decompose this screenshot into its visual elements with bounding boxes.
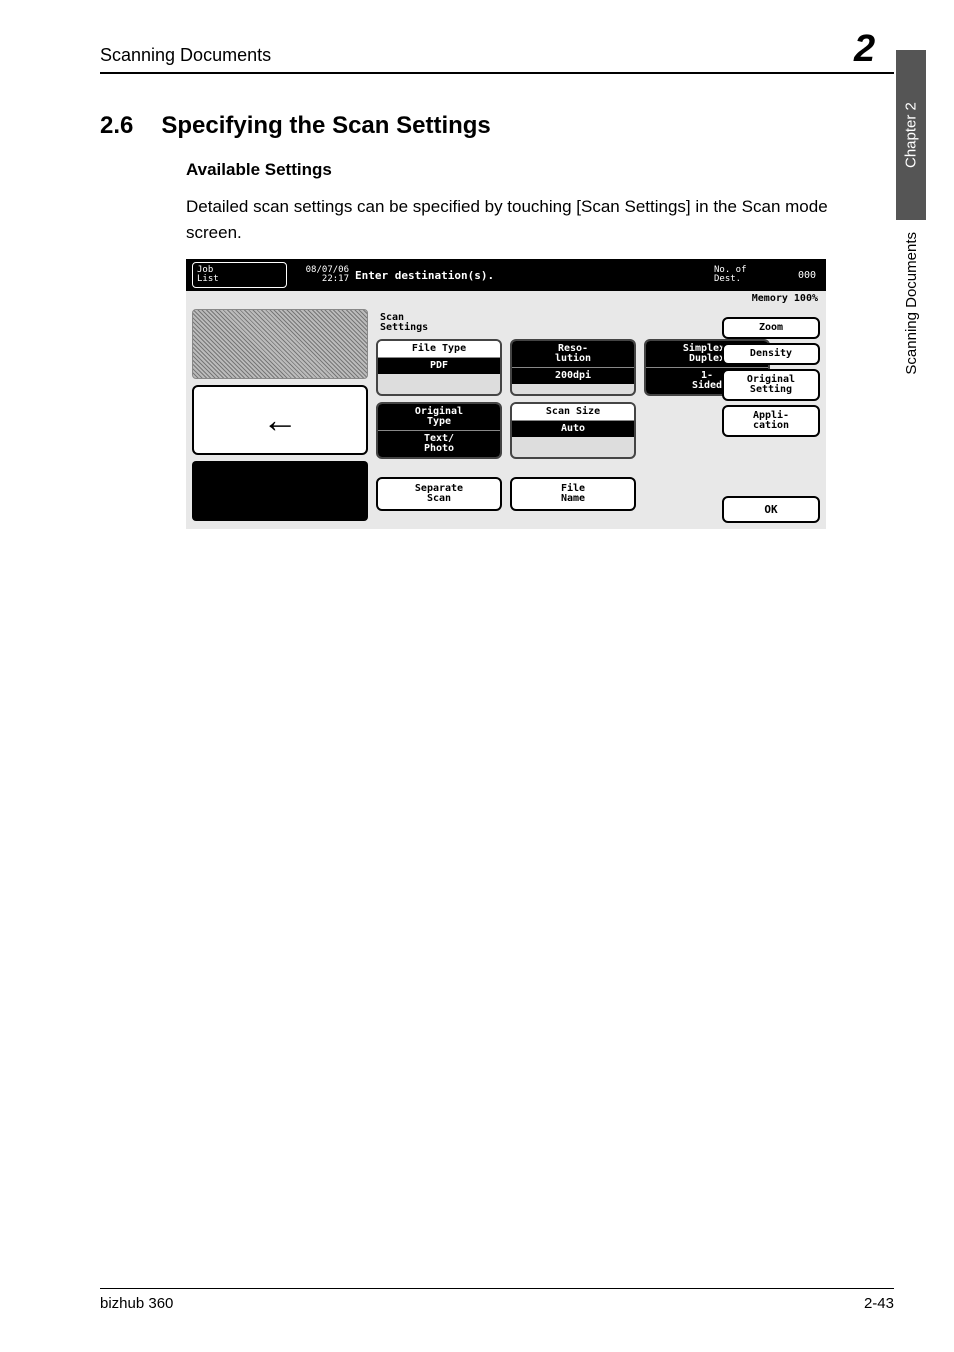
job-list-button[interactable]: Job List — [192, 262, 287, 288]
resolution-value: 200dpi — [512, 367, 634, 384]
body-paragraph: Detailed scan settings can be specified … — [186, 194, 888, 245]
side-buttons: Zoom Density Original Setting Appli- cat… — [722, 317, 820, 437]
original-setting-button[interactable]: Original Setting — [722, 369, 820, 401]
scan-size-head: Scan Size — [512, 404, 634, 420]
footer-model: bizhub 360 — [100, 1295, 173, 1312]
original-type-value: Text/ Photo — [378, 430, 500, 457]
scan-size-group[interactable]: Scan Size Auto — [510, 402, 636, 459]
header-left: Scanning Documents — [100, 45, 271, 66]
header-right-wrap: 2 — [854, 30, 894, 70]
resolution-group[interactable]: Reso- lution 200dpi — [510, 339, 636, 396]
page-footer: bizhub 360 2-43 — [100, 1288, 894, 1312]
no-of-dest-count: 000 — [786, 270, 816, 281]
preview-thumbnail — [192, 309, 368, 379]
left-arrow-icon: ← — [262, 402, 298, 438]
separate-scan-button[interactable]: Separate Scan — [376, 477, 502, 511]
spine-chapter-tab: Chapter 2 — [896, 50, 926, 220]
no-of-dest-label: No. of Dest. — [714, 266, 786, 284]
file-name-button[interactable]: File Name — [510, 477, 636, 511]
page-header: Scanning Documents 2 — [100, 30, 894, 74]
left-panel-filler — [192, 461, 368, 521]
job-list-label: Job List — [197, 266, 219, 284]
lcd-top-bar: Job List 08/07/06 22:17 Enter destinatio… — [186, 259, 826, 291]
lcd-left-panel: ← — [192, 309, 368, 521]
section-number: 2.6 — [100, 112, 133, 140]
application-button[interactable]: Appli- cation — [722, 405, 820, 437]
resolution-head: Reso- lution — [512, 341, 634, 367]
lcd-main-area: Scan Settings File Type PDF Reso- lution… — [376, 309, 820, 523]
ok-button[interactable]: OK — [722, 496, 820, 523]
file-type-group[interactable]: File Type PDF — [376, 339, 502, 396]
zoom-button[interactable]: Zoom — [722, 317, 820, 339]
original-type-head: Original Type — [378, 404, 500, 430]
footer-page-number: 2-43 — [864, 1295, 894, 1312]
file-type-value: PDF — [378, 357, 500, 374]
file-type-head: File Type — [378, 341, 500, 357]
back-arrow-box[interactable]: ← — [192, 385, 368, 455]
scan-size-value: Auto — [512, 420, 634, 437]
spine-section-label: Scanning Documents — [903, 232, 920, 375]
header-chapter-number: 2 — [854, 28, 875, 70]
subsection-title: Available Settings — [186, 160, 894, 180]
density-button[interactable]: Density — [722, 343, 820, 365]
section-heading: 2.6 Specifying the Scan Settings — [100, 112, 894, 140]
page-spine: Chapter 2 Scanning Documents — [896, 50, 926, 480]
section-title: Specifying the Scan Settings — [161, 112, 490, 140]
memory-indicator: Memory 100% — [752, 293, 818, 304]
original-type-group[interactable]: Original Type Text/ Photo — [376, 402, 502, 459]
enter-destination-prompt: Enter destination(s). — [355, 269, 714, 282]
lcd-screenshot: Job List 08/07/06 22:17 Enter destinatio… — [186, 259, 826, 529]
datetime-display: 08/07/06 22:17 — [289, 266, 349, 284]
